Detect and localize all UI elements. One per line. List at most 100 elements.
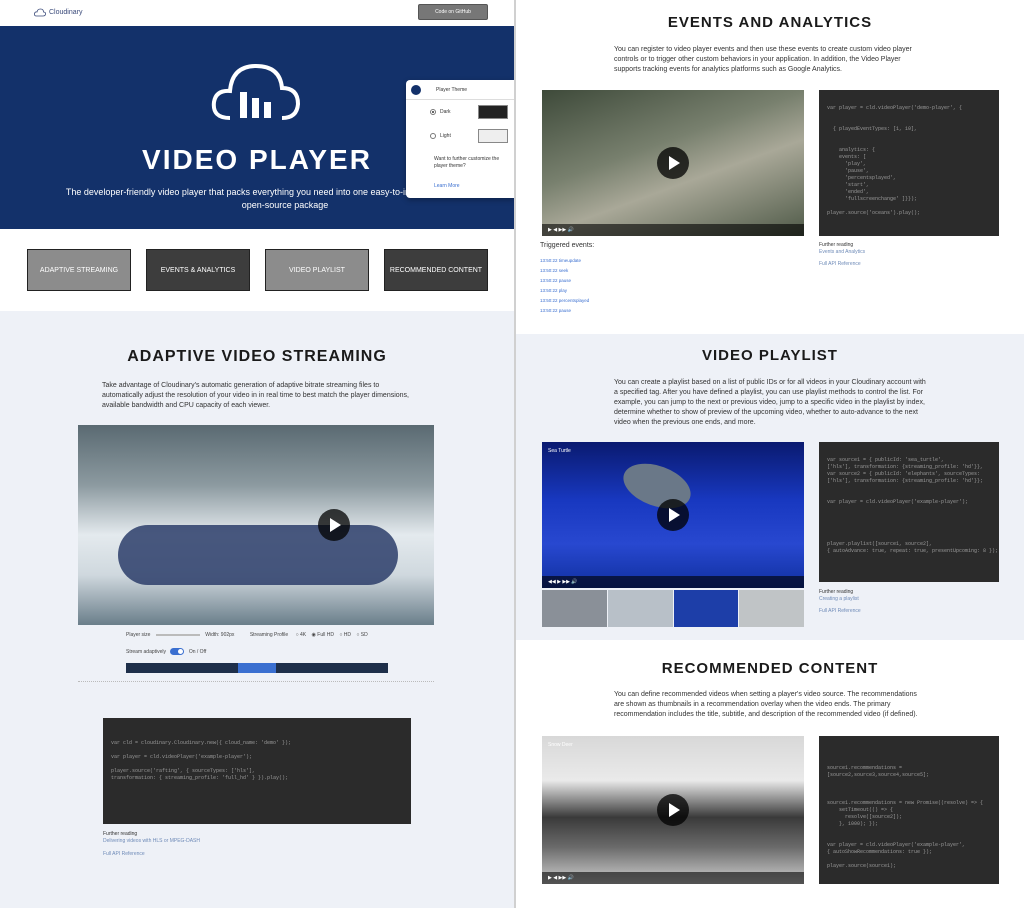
code-line: { playedEventTypes: [1, 10], bbox=[827, 126, 918, 132]
playlist-thumbnail[interactable] bbox=[739, 590, 804, 627]
event-entry: 13:50:22 seek bbox=[540, 268, 569, 273]
right-column: EVENTS AND ANALYTICS You can register to… bbox=[516, 0, 1024, 908]
adaptive-body: Take advantage of Cloudinary's automatic… bbox=[102, 382, 409, 409]
logo[interactable]: Cloudinary bbox=[34, 8, 82, 17]
adaptive-code: var cld = cloudinary.Cloudinary.new({ cl… bbox=[103, 718, 411, 824]
video-control-bar[interactable]: ▶ ◀ ▶▶ 🔊 bbox=[542, 224, 804, 236]
playlist-thumbnails bbox=[542, 590, 804, 627]
theme-option-label: Dark bbox=[440, 109, 451, 115]
quality-level bbox=[163, 663, 200, 673]
code-line: var player = cld.videoPlayer('example-pl… bbox=[827, 499, 969, 505]
further-link-api[interactable]: Full API Reference bbox=[103, 851, 200, 858]
radio-light[interactable] bbox=[430, 133, 436, 139]
further-link-events[interactable]: Events and Analytics bbox=[819, 249, 865, 256]
theme-option-label: Light bbox=[440, 133, 451, 139]
video-control-bar[interactable]: ◀◀ ▶ ▶▶ 🔊 bbox=[542, 576, 804, 588]
adaptive-title: ADAPTIVE VIDEO STREAMING bbox=[127, 348, 387, 365]
code-line: var player = cld.videoPlayer('example-pl… bbox=[827, 842, 966, 848]
video-control-bar[interactable]: ▶ ◀ ▶▶ 🔊 bbox=[542, 872, 804, 884]
profile-4k[interactable]: ○ 4K bbox=[296, 632, 307, 638]
dark-theme-thumbnail bbox=[478, 105, 508, 119]
cloud-icon bbox=[211, 63, 300, 120]
code-line: player.source(source1); bbox=[827, 863, 897, 869]
quality-level bbox=[126, 663, 163, 673]
playlist-thumbnail[interactable] bbox=[607, 590, 673, 627]
adaptive-further-reading: Further reading Delivering videos with H… bbox=[103, 831, 200, 858]
quality-level-bar bbox=[126, 663, 388, 673]
code-line: 'start', bbox=[827, 182, 870, 188]
stream-adaptively-toggle[interactable] bbox=[170, 648, 185, 655]
events-video[interactable]: ▶ ◀ ▶▶ 🔊 bbox=[542, 90, 804, 236]
learn-more-link[interactable]: Learn More bbox=[434, 183, 460, 189]
card-adaptive-streaming[interactable]: ADAPTIVE STREAMING bbox=[27, 249, 131, 291]
triggered-events-list: 13:50:22 timeupdate 13:50:22 seek 13:50:… bbox=[540, 256, 800, 316]
code-line: var player = cld.videoPlayer('demo-playe… bbox=[827, 105, 963, 111]
quality-level bbox=[201, 663, 238, 673]
recommended-code: source1.recommendations = [source2,source… bbox=[819, 736, 999, 884]
recommended-body: You can define recommended videos when s… bbox=[614, 691, 918, 718]
card-events-analytics[interactable]: EVENTS & ANALYTICS bbox=[146, 249, 250, 291]
card-video-playlist[interactable]: VIDEO PLAYLIST bbox=[265, 249, 369, 291]
profile-full-hd[interactable]: ◉ Full HD bbox=[312, 632, 334, 638]
theme-panel-header: Player Theme bbox=[406, 80, 514, 100]
playlist-thumbnail[interactable] bbox=[542, 590, 607, 627]
theme-option-dark[interactable]: Dark bbox=[426, 102, 514, 122]
play-button[interactable] bbox=[657, 147, 689, 179]
code-line: resolve([source2]); bbox=[827, 814, 903, 820]
code-line: var source2 = { publicId: 'elephants', s… bbox=[827, 471, 981, 477]
playlist-title: VIDEO PLAYLIST bbox=[702, 347, 838, 364]
stream-adaptively-row: Stream adaptively On / Off bbox=[126, 648, 206, 655]
quality-level bbox=[276, 663, 313, 673]
code-line: events: [ bbox=[827, 154, 867, 160]
video-title: Sea Turtle bbox=[548, 448, 571, 454]
left-column: Cloudinary Code on GitHub VIDEO PLAYER T… bbox=[0, 0, 514, 908]
further-link-api[interactable]: Full API Reference bbox=[819, 261, 865, 268]
toggle-label: On / Off bbox=[188, 648, 207, 655]
code-line: var source1 = { publicId: 'sea_turtle', bbox=[827, 457, 945, 463]
github-button[interactable]: Code on GitHub bbox=[418, 4, 488, 20]
further-link-api[interactable]: Full API Reference bbox=[819, 608, 861, 615]
play-button[interactable] bbox=[318, 509, 350, 541]
recommended-video[interactable]: Snow Deer ▶ ◀ ▶▶ 🔊 bbox=[542, 736, 804, 884]
play-button[interactable] bbox=[657, 794, 689, 826]
playlist-thumbnail-selected[interactable] bbox=[673, 590, 739, 627]
event-entry: 13:50:22 timeupdate bbox=[540, 258, 582, 263]
theme-option-light[interactable]: Light bbox=[426, 126, 514, 146]
player-size-label: Player size bbox=[126, 632, 151, 638]
code-line: { autoAdvance: true, repeat: true, prese… bbox=[827, 548, 999, 554]
profile-hd[interactable]: ○ HD bbox=[339, 632, 351, 638]
events-further-reading: Further reading Events and Analytics Ful… bbox=[819, 242, 865, 268]
profile-sd[interactable]: ○ SD bbox=[356, 632, 367, 638]
code-line: { autoShowRecommendations: true }); bbox=[827, 849, 933, 855]
profile-hd-label: HD bbox=[343, 632, 351, 638]
code-line: source1.recommendations = bbox=[827, 765, 903, 771]
rafting-video[interactable] bbox=[78, 425, 434, 625]
further-link-hls[interactable]: Delivering videos with HLS or MPEG-DASH bbox=[103, 838, 200, 845]
further-link-playlist[interactable]: Creating a playlist bbox=[819, 596, 861, 603]
code-line: 'percentsplayed', bbox=[827, 175, 897, 181]
playlist-video[interactable]: Sea Turtle ◀◀ ▶ ▶▶ 🔊 bbox=[542, 442, 804, 588]
radio-dark[interactable] bbox=[430, 109, 436, 115]
code-line: player.playlist([source1, source2], bbox=[827, 541, 933, 547]
play-button[interactable] bbox=[657, 499, 689, 531]
events-body: You can register to video player events … bbox=[614, 46, 912, 73]
player-size-slider[interactable] bbox=[155, 633, 200, 636]
code-line: 'ended', bbox=[827, 189, 870, 195]
card-recommended-content[interactable]: RECOMMENDED CONTENT bbox=[384, 249, 488, 291]
further-reading-title: Further reading bbox=[819, 589, 854, 595]
